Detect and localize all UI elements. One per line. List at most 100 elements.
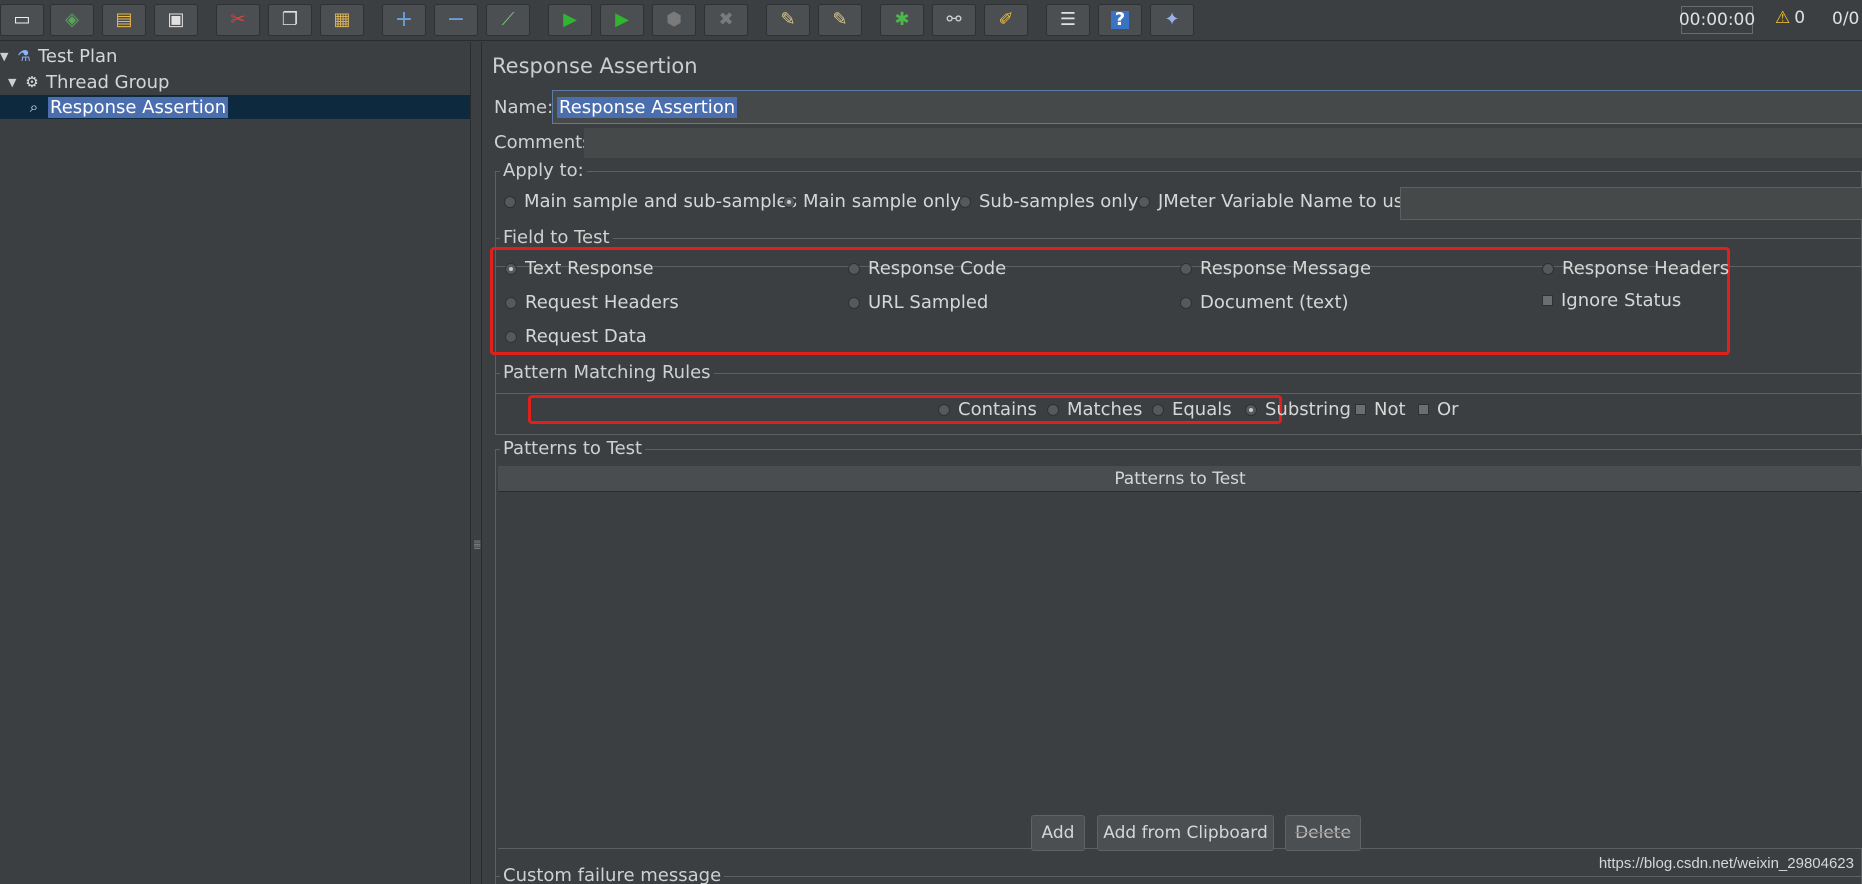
field-response-headers-radio[interactable]: Response Headers — [1542, 258, 1729, 279]
thread-counter: 0/0 — [1832, 9, 1860, 29]
reset-search-icon: ✐ — [998, 9, 1014, 30]
field-url-sampled-radio[interactable]: URL Sampled — [848, 292, 988, 313]
copy-button[interactable]: ❐ — [268, 4, 312, 36]
option-label: Request Data — [525, 326, 647, 347]
debug-button[interactable]: ✱ — [880, 4, 924, 36]
help-icon: ? — [1110, 11, 1130, 29]
field-response-message-radio[interactable]: Response Message — [1180, 258, 1371, 279]
watermark: https://blog.csdn.net/weixin_29804623 — [1598, 855, 1854, 872]
tree-item-label: Response Assertion — [48, 96, 229, 118]
rule-matches-radio[interactable]: Matches — [1047, 399, 1142, 420]
tree-item-response-assertion[interactable]: ⌕ Response Assertion — [0, 95, 470, 119]
name-field[interactable]: Response Assertion — [552, 90, 1862, 124]
variable-name-field[interactable] — [1400, 187, 1862, 220]
stop-icon: ⬢ — [666, 9, 682, 30]
field-text-response-radio[interactable]: Text Response — [505, 258, 654, 279]
rule-equals-radio[interactable]: Equals — [1152, 399, 1232, 420]
expand-button[interactable]: + — [382, 4, 426, 36]
field-to-test-title: Field to Test — [500, 227, 613, 248]
radio-icon — [959, 195, 971, 208]
radio-icon — [1138, 195, 1150, 208]
option-label: Equals — [1172, 399, 1232, 420]
function-helper-icon: ☰ — [1059, 9, 1077, 30]
option-label: Response Message — [1200, 258, 1372, 279]
patterns-table-header[interactable]: Patterns to Test — [498, 466, 1862, 492]
tree-item-thread-group[interactable]: ▼ ⚙ Thread Group — [8, 70, 169, 94]
help-button[interactable]: ? — [1098, 4, 1142, 36]
radio-icon — [505, 330, 517, 343]
remote-button[interactable]: ✦ — [1150, 4, 1194, 36]
rule-not-checkbox[interactable]: Not — [1355, 399, 1406, 420]
expand-icon: + — [394, 7, 414, 32]
add-from-clipboard-button[interactable]: Add from Clipboard — [1097, 815, 1274, 851]
option-label: Not — [1374, 399, 1406, 420]
apply-main-only-radio[interactable]: Main sample only — [783, 191, 961, 212]
warning-icon: ⚠ — [1775, 8, 1791, 28]
divider-grip-icon: ≡ ≡ — [473, 538, 482, 553]
apply-main-and-sub-radio[interactable]: Main sample and sub-samples — [504, 191, 797, 212]
expand-arrow-icon[interactable]: ▼ — [8, 76, 22, 89]
delete-button[interactable]: Delete — [1285, 815, 1361, 851]
save-button[interactable]: ▣ — [154, 4, 198, 36]
expand-arrow-icon[interactable]: ▼ — [0, 50, 14, 63]
field-response-code-radio[interactable]: Response Code — [848, 258, 1006, 279]
start-button[interactable]: ▶ — [548, 4, 592, 36]
clear-all-button[interactable]: ✎ — [818, 4, 862, 36]
radio-icon — [1180, 262, 1192, 275]
field-document-text-radio[interactable]: Document (text) — [1180, 292, 1349, 313]
rule-or-checkbox[interactable]: Or — [1418, 399, 1459, 420]
apply-sub-only-radio[interactable]: Sub-samples only — [959, 191, 1138, 212]
checkbox-icon — [1355, 404, 1366, 415]
templates-button[interactable]: ◈ — [50, 4, 94, 36]
apply-variable-radio[interactable]: JMeter Variable Name to use — [1138, 191, 1414, 212]
paste-button[interactable]: ▦ — [320, 4, 364, 36]
add-button[interactable]: Add — [1031, 815, 1085, 851]
option-label: Document (text) — [1200, 292, 1349, 313]
shutdown-button[interactable]: ✖ — [704, 4, 748, 36]
debug-icon: ✱ — [894, 9, 910, 30]
cut-icon: ✂ — [230, 9, 246, 30]
start-no-pause-icon: ▶ — [615, 9, 629, 30]
collapse-button[interactable]: − — [434, 4, 478, 36]
function-helper-button[interactable]: ☰ — [1046, 4, 1090, 36]
split-pane-divider[interactable]: ≡ ≡ — [470, 42, 482, 884]
name-label: Name: — [494, 97, 554, 118]
warning-indicator[interactable]: ⚠ 0 — [1775, 8, 1805, 28]
open-button[interactable]: ▤ — [102, 4, 146, 36]
collapse-icon: − — [446, 7, 466, 32]
radio-selected-icon — [1245, 403, 1257, 416]
custom-failure-group: Custom failure message — [495, 865, 1862, 884]
clear-button[interactable]: ✎ — [766, 4, 810, 36]
radio-selected-icon — [505, 262, 517, 275]
comments-field[interactable] — [584, 128, 1862, 158]
field-request-data-radio[interactable]: Request Data — [505, 326, 647, 347]
toggle-button[interactable]: ⟋ — [486, 4, 530, 36]
new-button[interactable]: ▭ — [0, 4, 44, 36]
reset-search-button[interactable]: ✐ — [984, 4, 1028, 36]
field-request-headers-radio[interactable]: Request Headers — [505, 292, 679, 313]
radio-icon — [1152, 403, 1164, 416]
apply-to-title: Apply to: — [500, 160, 587, 181]
search-button[interactable]: ⚯ — [932, 4, 976, 36]
tree-item-label: Test Plan — [38, 45, 118, 67]
rule-contains-radio[interactable]: Contains — [938, 399, 1037, 420]
comments-label: Comments: — [494, 132, 598, 153]
warning-count: 0 — [1794, 8, 1806, 28]
ignore-status-checkbox[interactable]: Ignore Status — [1542, 290, 1681, 311]
radio-icon — [1542, 262, 1554, 275]
start-no-pause-button[interactable]: ▶ — [600, 4, 644, 36]
option-label: Response Headers — [1562, 258, 1730, 279]
tree-item-test-plan[interactable]: ▼ ⚗ Test Plan — [0, 44, 117, 68]
cut-button[interactable]: ✂ — [216, 4, 260, 36]
stop-button[interactable]: ⬢ — [652, 4, 696, 36]
option-label: Response Code — [868, 258, 1007, 279]
patterns-table-body[interactable] — [498, 493, 1862, 849]
tree-item-label: Thread Group — [46, 71, 170, 93]
custom-failure-title: Custom failure message — [500, 865, 725, 884]
option-label: Request Headers — [525, 292, 679, 313]
patterns-to-test-title: Patterns to Test — [500, 438, 646, 459]
radio-icon — [504, 195, 516, 208]
shutdown-icon: ✖ — [718, 9, 734, 30]
rule-substring-radio[interactable]: Substring — [1245, 399, 1351, 420]
elapsed-timer: 00:00:00 — [1679, 6, 1755, 34]
